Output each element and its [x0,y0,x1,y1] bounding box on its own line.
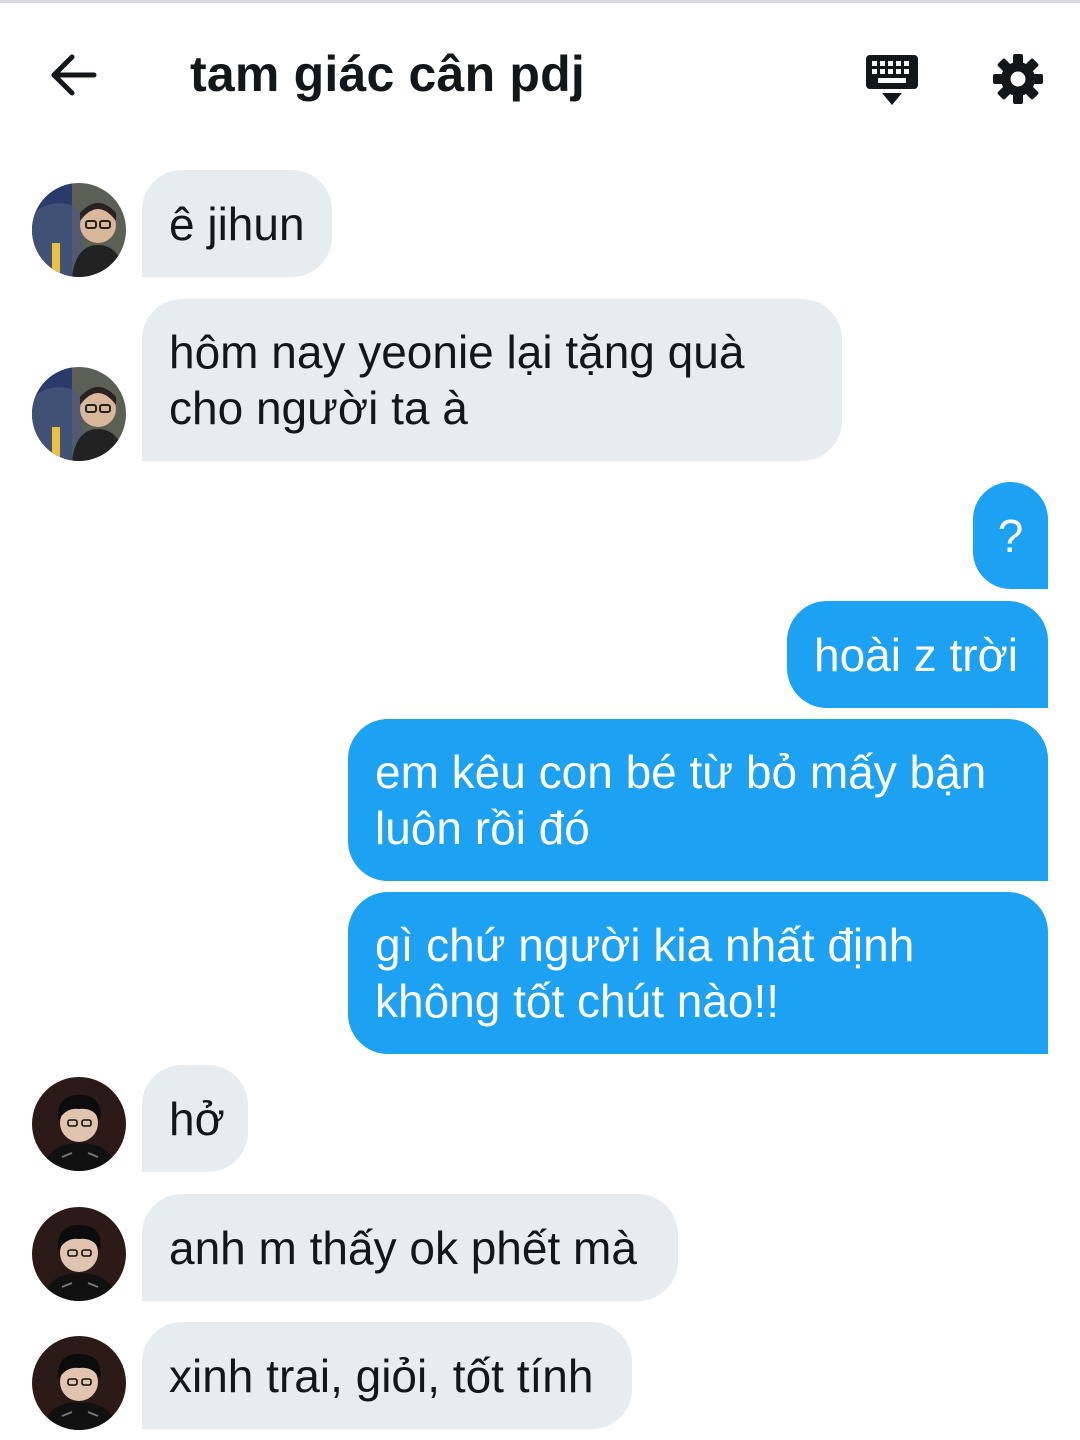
message-text: gì chứ người kia nhất định không tốt chú… [375,919,915,1027]
gear-icon [993,54,1043,104]
message-bubble-received[interactable]: ê jihun [142,170,332,277]
keyboard-toggle-button[interactable] [858,47,926,111]
message-text: ? [997,509,1024,562]
message-bubble-received[interactable]: hôm nay yeonie lại tặng quà cho người ta… [142,299,842,461]
avatar-glasses-umbrella[interactable] [32,183,126,277]
message-bubble-received[interactable]: hở [142,1065,248,1172]
conversation-header: tam giác cân pdj [0,3,1080,143]
arrow-left-icon [51,54,97,96]
message-bubble-sent[interactable]: hoài z trời [787,601,1048,708]
keyboard-icon [866,55,918,105]
message-text: em kêu con bé từ bỏ mấy bận luôn rồi đó [375,746,987,854]
message-text: xinh trai, giỏi, tốt tính [169,1349,594,1402]
message-bubble-sent[interactable]: ? [973,482,1048,589]
message-bubble-sent[interactable]: gì chứ người kia nhất định không tốt chú… [348,892,1048,1054]
message-bubble-sent[interactable]: em kêu con bé từ bỏ mấy bận luôn rồi đó [348,719,1048,881]
avatar-glasses-umbrella[interactable] [32,367,126,461]
message-text: anh m thấy ok phết mà [169,1221,637,1274]
message-text: ê jihun [169,197,305,250]
avatar-dark-hair[interactable] [32,1077,126,1171]
avatar-dark-hair[interactable] [32,1207,126,1301]
settings-button[interactable] [986,47,1050,111]
back-button[interactable] [42,43,106,107]
message-bubble-received[interactable]: xinh trai, giỏi, tốt tính [142,1322,632,1429]
message-text: hoài z trời [814,628,1019,681]
message-text: hôm nay yeonie lại tặng quà cho người ta… [169,326,745,434]
message-text: hở [169,1092,225,1145]
avatar-dark-hair[interactable] [32,1336,126,1430]
conversation-title: tam giác cân pdj [190,46,585,102]
message-bubble-received[interactable]: anh m thấy ok phết mà [142,1194,678,1301]
